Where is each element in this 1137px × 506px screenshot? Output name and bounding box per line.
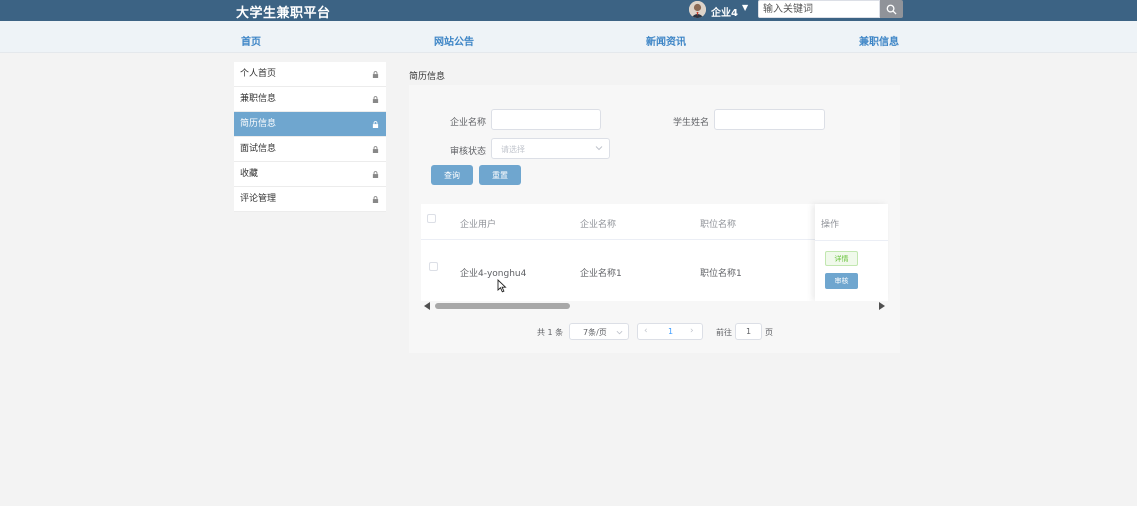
sidebar-item-resume[interactable]: 简历信息 bbox=[234, 112, 386, 137]
search-icon bbox=[886, 4, 897, 15]
cell-company-user: 企业4-yonghu4 bbox=[460, 269, 527, 279]
pagination-total: 共 1 条 bbox=[537, 328, 564, 337]
lock-icon bbox=[372, 196, 379, 203]
actions-column: 操作 详情 审核 bbox=[815, 204, 888, 301]
sidebar-item-label: 简历信息 bbox=[240, 119, 277, 129]
scroll-right-icon[interactable] bbox=[878, 302, 885, 310]
pager: ‹ 1 › bbox=[637, 323, 703, 340]
search-button[interactable] bbox=[880, 0, 903, 18]
sidebar: 个人首页 兼职信息 简历信息 面试信息 收藏 评论管理 bbox=[234, 62, 386, 212]
row-checkbox[interactable] bbox=[429, 262, 438, 271]
sidebar-item-jobs[interactable]: 兼职信息 bbox=[234, 87, 386, 112]
mouse-cursor-icon bbox=[497, 279, 507, 293]
student-name-input[interactable] bbox=[714, 109, 825, 130]
chevron-down-icon bbox=[616, 330, 623, 335]
status-placeholder: 请选择 bbox=[501, 145, 525, 154]
detail-button[interactable]: 详情 bbox=[825, 251, 858, 266]
student-name-label: 学生姓名 bbox=[673, 118, 710, 128]
goto-label: 前往 bbox=[716, 328, 732, 337]
company-name-label: 企业名称 bbox=[450, 118, 487, 128]
page-number[interactable]: 1 bbox=[668, 327, 673, 336]
company-name-input[interactable] bbox=[491, 109, 601, 130]
page-size-select[interactable]: 7条/页 bbox=[569, 323, 629, 340]
scrollbar-thumb[interactable] bbox=[435, 303, 570, 309]
nav-home[interactable]: 首页 bbox=[241, 33, 261, 48]
sidebar-item-interview[interactable]: 面试信息 bbox=[234, 137, 386, 162]
lock-icon bbox=[372, 121, 379, 128]
sidebar-item-comments[interactable]: 评论管理 bbox=[234, 187, 386, 212]
lock-icon bbox=[372, 171, 379, 178]
top-bar: 大学生兼职平台 企业4 ▼ bbox=[0, 0, 1137, 21]
sidebar-item-label: 面试信息 bbox=[240, 144, 277, 154]
reset-button[interactable]: 重置 bbox=[479, 165, 521, 185]
user-name[interactable]: 企业4 bbox=[711, 4, 738, 19]
sidebar-item-label: 个人首页 bbox=[240, 69, 277, 79]
nav-announcements[interactable]: 网站公告 bbox=[434, 33, 474, 48]
lock-icon bbox=[372, 146, 379, 153]
column-header: 企业用户 bbox=[460, 220, 497, 230]
lock-icon bbox=[372, 96, 379, 103]
main-nav: 首页 网站公告 新闻资讯 兼职信息 bbox=[0, 21, 1137, 53]
scroll-left-icon[interactable] bbox=[424, 302, 431, 310]
caret-down-icon[interactable]: ▼ bbox=[742, 3, 748, 12]
sidebar-item-label: 兼职信息 bbox=[240, 94, 277, 104]
chevron-left-icon[interactable]: ‹ bbox=[644, 326, 648, 336]
page-title: 简历信息 bbox=[409, 72, 446, 82]
site-title[interactable]: 大学生兼职平台 bbox=[236, 2, 331, 21]
page-unit-label: 页 bbox=[765, 328, 773, 337]
search-input[interactable] bbox=[758, 0, 880, 18]
goto-page-input[interactable]: 1 bbox=[735, 323, 762, 340]
column-header: 操作 bbox=[821, 220, 840, 230]
cell-position: 职位名称1 bbox=[700, 269, 742, 279]
nav-jobs[interactable]: 兼职信息 bbox=[859, 33, 899, 48]
lock-icon bbox=[372, 71, 379, 78]
sidebar-item-home[interactable]: 个人首页 bbox=[234, 62, 386, 87]
page-size-value: 7条/页 bbox=[583, 328, 607, 337]
status-label: 审核状态 bbox=[450, 147, 487, 157]
select-all-checkbox[interactable] bbox=[427, 214, 436, 223]
sidebar-item-label: 收藏 bbox=[240, 169, 259, 179]
audit-button[interactable]: 审核 bbox=[825, 273, 858, 289]
nav-news[interactable]: 新闻资讯 bbox=[646, 33, 686, 48]
table-horizontal-scrollbar[interactable] bbox=[421, 301, 888, 311]
column-header: 企业名称 bbox=[580, 220, 617, 230]
search-submit-button[interactable]: 查询 bbox=[431, 165, 473, 185]
sidebar-item-favorites[interactable]: 收藏 bbox=[234, 162, 386, 187]
status-select[interactable]: 请选择 bbox=[491, 138, 610, 159]
sidebar-item-label: 评论管理 bbox=[240, 194, 277, 204]
column-header: 职位名称 bbox=[700, 220, 737, 230]
chevron-right-icon[interactable]: › bbox=[690, 326, 694, 336]
user-avatar[interactable] bbox=[689, 1, 706, 18]
chevron-down-icon bbox=[595, 146, 603, 151]
divider bbox=[815, 240, 888, 241]
resume-table: 企业用户 企业名称 职位名称 企业4-yonghu4 企业名称1 职位名称1 操… bbox=[421, 204, 888, 301]
cell-company-name: 企业名称1 bbox=[580, 269, 622, 279]
